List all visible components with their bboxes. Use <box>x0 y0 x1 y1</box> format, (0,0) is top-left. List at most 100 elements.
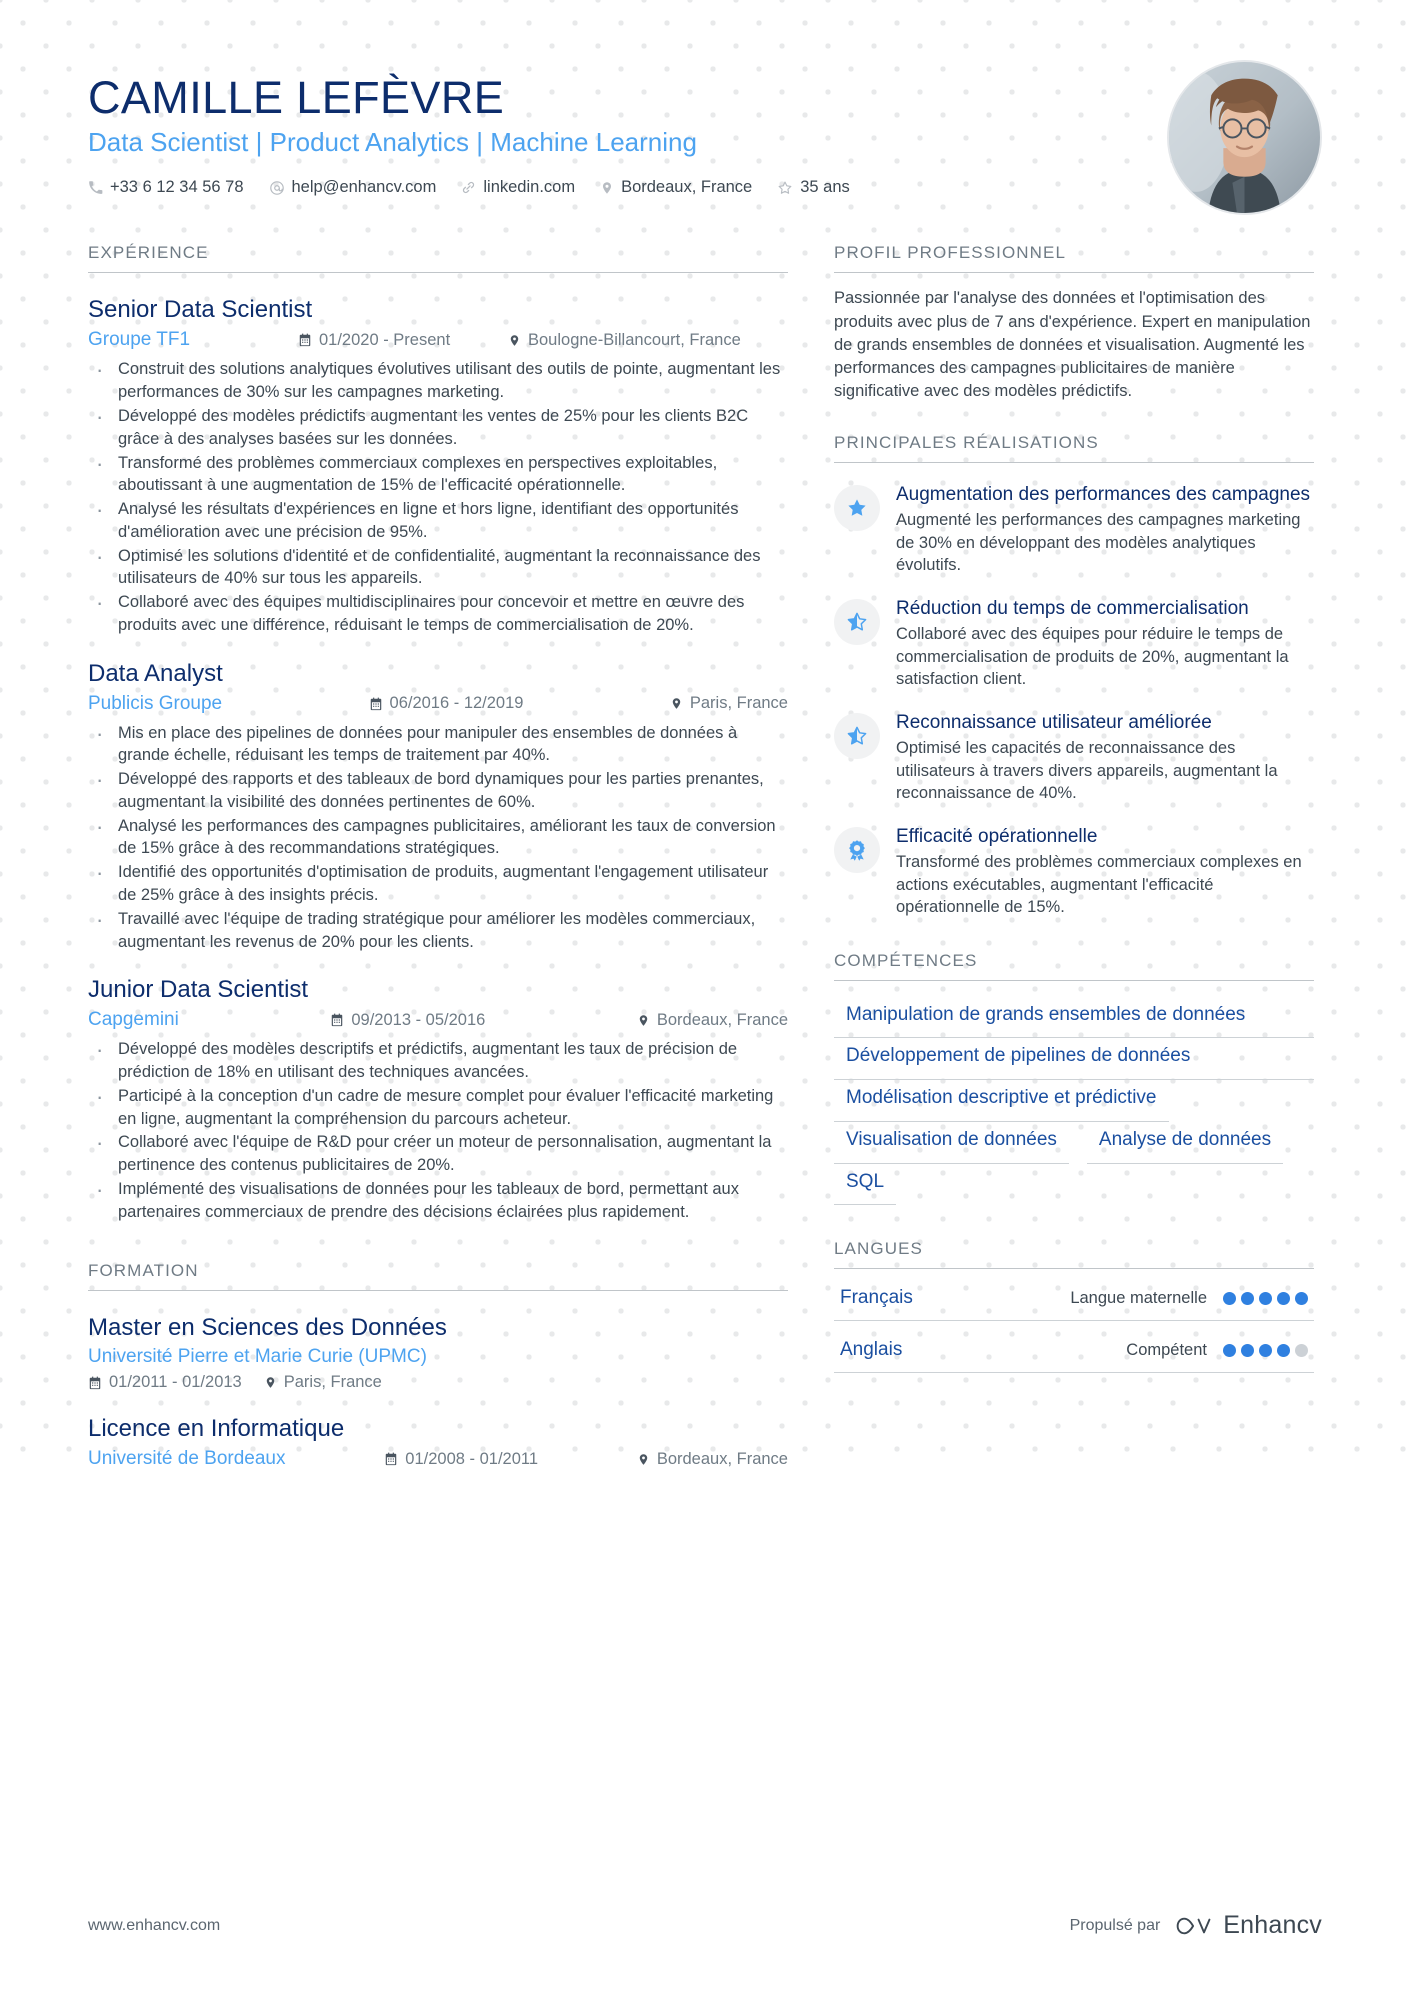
language-row: Anglais Compétent <box>834 1329 1314 1374</box>
experience-bullets: Développé des modèles descriptifs et pré… <box>88 1035 788 1223</box>
location-pin-icon <box>264 1376 277 1389</box>
experience-dates-text: 09/2013 - 05/2016 <box>351 1010 486 1029</box>
location-pin-icon <box>637 1014 650 1027</box>
achievement-title: Efficacité opérationnelle <box>896 825 1098 847</box>
list-item: Collaboré avec des équipes multidiscipli… <box>88 588 788 637</box>
education-meta: Université de Bordeaux 01/2008 - 01/2011… <box>88 1448 788 1470</box>
experience-company: Publicis Groupe <box>88 692 223 714</box>
education-location: Paris, France <box>264 1373 382 1392</box>
education-dates-text: 01/2008 - 01/2011 <box>405 1449 539 1468</box>
education-location-text: Paris, France <box>283 1373 382 1392</box>
contact-row: +33 6 12 34 56 78 help@enhancv.com linke… <box>88 178 1322 197</box>
achievement-desc: Collaboré avec des équipes pour réduire … <box>896 625 1289 689</box>
experience-location: Boulogne-Billancourt, France <box>508 331 741 350</box>
education-entry: Master en Sciences des Données Universit… <box>88 1313 788 1392</box>
contact-location: Bordeaux, France <box>600 178 752 197</box>
section-achievements: PRINCIPALES RÉALISATIONS Augmentation de… <box>834 433 1314 919</box>
education-location: Bordeaux, France <box>637 1450 788 1469</box>
email-icon <box>269 180 285 196</box>
enhancv-logo[interactable]: Enhancv <box>1174 1911 1322 1940</box>
star-outline-icon <box>777 180 793 196</box>
education-degree: Master en Sciences des Données <box>88 1314 447 1342</box>
education-dates: 01/2008 - 01/2011 <box>384 1450 538 1469</box>
achievement-desc: Transformé des problèmes commerciaux com… <box>896 852 1302 917</box>
contact-email[interactable]: help@enhancv.com <box>269 178 437 197</box>
section-title-achievements: PRINCIPALES RÉALISATIONS <box>834 433 1314 463</box>
phone-icon <box>88 180 103 195</box>
language-rating-dots <box>1223 1343 1308 1357</box>
rating-dot <box>1241 1343 1254 1357</box>
calendar-icon <box>298 333 312 347</box>
skill-chip: Manipulation de grands ensembles de donn… <box>834 997 1314 1039</box>
experience-location: Paris, France <box>670 694 788 713</box>
experience-dates-text: 06/2016 - 12/2019 <box>389 694 524 713</box>
list-item: Collaboré avec l'équipe de R&D pour crée… <box>88 1128 788 1177</box>
contact-phone[interactable]: +33 6 12 34 56 78 <box>88 178 244 197</box>
experience-meta: Publicis Groupe 06/2016 - 12/2019 Paris,… <box>88 693 788 715</box>
section-languages: LANGUES Français Langue maternelle Angla… <box>834 1239 1314 1374</box>
award-badge-icon <box>834 826 880 873</box>
section-experience: EXPÉRIENCE Senior Data Scientist Groupe … <box>88 243 788 1223</box>
calendar-icon <box>369 697 383 711</box>
language-level: Langue maternelle <box>1070 1288 1207 1307</box>
profile-summary: Passionnée par l'analyse des données et … <box>834 289 1311 400</box>
experience-dates: 01/2020 - Present <box>298 331 508 350</box>
rating-dot <box>1259 1291 1272 1305</box>
list-item: Identifié des opportunités d'optimisatio… <box>88 858 788 907</box>
list-item: Optimisé les solutions d'identité et de … <box>88 542 788 591</box>
page-title: CAMILLE LEFÈVRE <box>88 72 505 123</box>
link-icon <box>461 180 476 195</box>
achievement-title: Réduction du temps de commercialisation <box>896 597 1249 619</box>
education-entry: Licence en Informatique Université de Bo… <box>88 1414 788 1470</box>
contact-age-text: 35 ans <box>800 178 850 197</box>
experience-location: Bordeaux, France <box>637 1011 788 1030</box>
rating-dot <box>1259 1343 1272 1357</box>
experience-role: Data Analyst <box>88 659 223 687</box>
language-rating-dots <box>1223 1291 1308 1305</box>
experience-meta: Capgemini 09/2013 - 05/2016 Bordeaux, Fr… <box>88 1009 788 1031</box>
education-school: Université de Bordeaux <box>88 1448 286 1470</box>
list-item: Mis en place des pipelines de données po… <box>88 719 788 768</box>
achievement-title: Reconnaissance utilisateur améliorée <box>896 711 1212 733</box>
skill-chip: Modélisation descriptive et prédictive <box>834 1080 1169 1122</box>
resume-header: CAMILLE LEFÈVRE Data Scientist | Product… <box>88 0 1322 215</box>
contact-link-text: linkedin.com <box>483 178 576 197</box>
experience-role: Junior Data Scientist <box>88 976 309 1004</box>
language-name: Anglais <box>840 1339 903 1361</box>
list-item: Participé à la conception d'un cadre de … <box>88 1082 788 1131</box>
section-title-education: FORMATION <box>88 1261 788 1292</box>
skill-chip: Visualisation de données <box>834 1122 1069 1164</box>
rating-dot <box>1295 1291 1308 1305</box>
skills-list: Manipulation de grands ensembles de donn… <box>834 997 1314 1206</box>
list-item: Développé des modèles prédictifs augment… <box>88 402 788 451</box>
calendar-icon <box>384 1452 398 1466</box>
list-item: Transformé des problèmes commerciaux com… <box>88 449 788 498</box>
list-item: Analysé les résultats d'expériences en l… <box>88 495 788 544</box>
section-skills: COMPÉTENCES Manipulation de grands ensem… <box>834 951 1314 1206</box>
achievement-item: Augmentation des performances des campag… <box>834 483 1314 577</box>
section-education: FORMATION Master en Sciences des Données… <box>88 1261 788 1470</box>
calendar-icon <box>330 1013 344 1027</box>
footer-url[interactable]: www.enhancv.com <box>88 1917 220 1935</box>
contact-phone-text: +33 6 12 34 56 78 <box>110 178 244 197</box>
rating-dot <box>1277 1291 1290 1305</box>
location-pin-icon <box>600 181 614 195</box>
experience-location-text: Bordeaux, France <box>656 1010 788 1029</box>
experience-bullets: Mis en place des pipelines de données po… <box>88 719 788 954</box>
location-pin-icon <box>670 697 683 710</box>
experience-meta: Groupe TF1 01/2020 - Present Boulogne-Bi… <box>88 329 788 351</box>
list-item: Développé des modèles descriptifs et pré… <box>88 1035 788 1084</box>
star-filled-icon <box>834 484 880 531</box>
education-dates: 01/2011 - 01/2013 <box>88 1373 242 1392</box>
experience-dates-text: 01/2020 - Present <box>319 330 451 349</box>
education-dates-text: 01/2011 - 01/2013 <box>109 1373 242 1392</box>
achievement-desc: Augmenté les performances des campagnes … <box>896 511 1301 575</box>
experience-role: Senior Data Scientist <box>88 296 313 324</box>
contact-link[interactable]: linkedin.com <box>461 178 575 197</box>
star-half-icon <box>834 598 880 645</box>
contact-email-text: help@enhancv.com <box>291 178 437 197</box>
location-pin-icon <box>637 1453 650 1466</box>
experience-dates: 06/2016 - 12/2019 <box>369 694 524 713</box>
section-profile: PROFIL PROFESSIONNEL Passionnée par l'an… <box>834 243 1314 402</box>
achievement-item: Réduction du temps de commercialisation … <box>834 597 1314 691</box>
